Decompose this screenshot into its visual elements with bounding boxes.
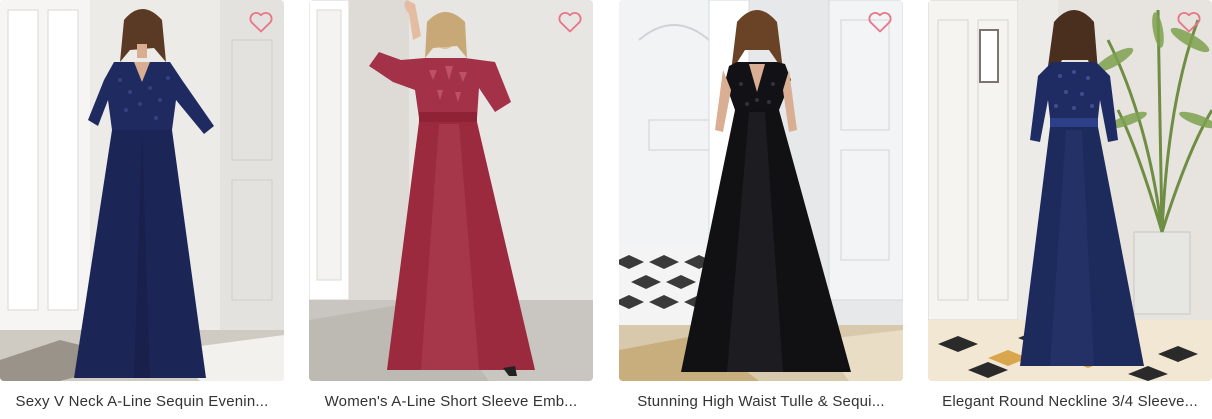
product-image[interactable]	[0, 0, 284, 381]
wishlist-heart-icon[interactable]	[248, 10, 274, 34]
product-title[interactable]: Sexy V Neck A-Line Sequin Evenin...	[0, 393, 284, 411]
product-image[interactable]	[928, 0, 1212, 381]
wishlist-heart-icon[interactable]	[867, 10, 893, 34]
product-image[interactable]	[309, 0, 593, 381]
product-photo	[309, 0, 593, 381]
product-title[interactable]: Women's A-Line Short Sleeve Emb...	[309, 393, 593, 411]
product-image[interactable]	[619, 0, 903, 381]
product-photo	[619, 0, 903, 381]
product-grid: Sexy V Neck A-Line Sequin Evenin... Wome…	[0, 0, 1212, 419]
wishlist-heart-icon[interactable]	[1176, 10, 1202, 34]
product-card[interactable]: Stunning High Waist Tulle & Sequi...	[619, 0, 903, 419]
product-card[interactable]: Elegant Round Neckline 3/4 Sleeve...	[928, 0, 1212, 419]
product-photo	[928, 0, 1212, 381]
product-title[interactable]: Elegant Round Neckline 3/4 Sleeve...	[928, 393, 1212, 411]
product-card[interactable]: Sexy V Neck A-Line Sequin Evenin...	[0, 0, 284, 419]
product-title[interactable]: Stunning High Waist Tulle & Sequi...	[619, 393, 903, 411]
product-photo	[0, 0, 284, 381]
product-card[interactable]: Women's A-Line Short Sleeve Emb...	[309, 0, 593, 419]
wishlist-heart-icon[interactable]	[557, 10, 583, 34]
